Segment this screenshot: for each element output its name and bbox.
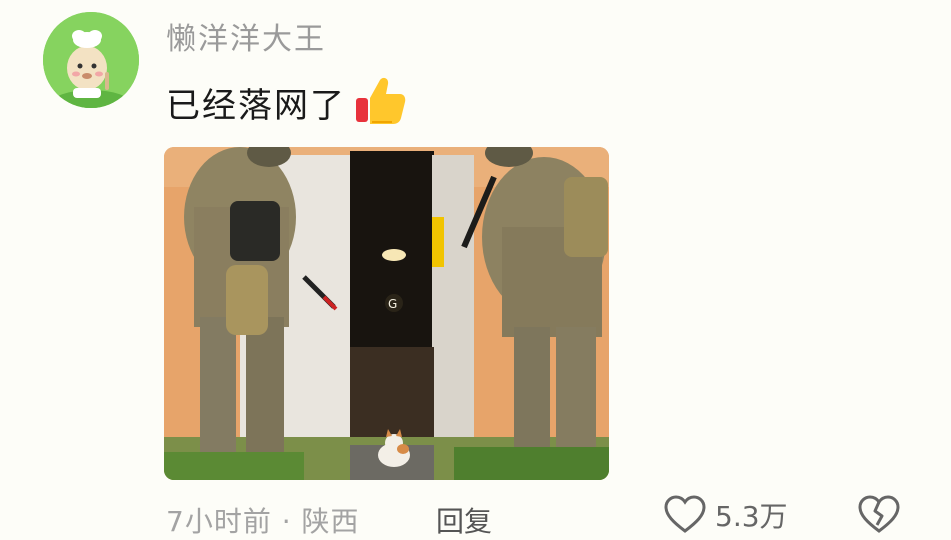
- reply-button[interactable]: 回复: [436, 500, 492, 540]
- heart-outline-icon: [664, 495, 706, 533]
- username[interactable]: 懒洋洋大王: [166, 14, 326, 58]
- comment-text: 已经落网了: [166, 85, 346, 126]
- photo-soldiers-and-kitten: G: [164, 147, 609, 480]
- svg-text:G: G: [388, 297, 397, 311]
- comment-image[interactable]: G: [164, 147, 609, 480]
- thumbs-up-icon: [356, 77, 406, 124]
- avatar-lamb-icon: [43, 12, 139, 108]
- dislike-button[interactable]: [857, 495, 901, 539]
- avatar[interactable]: [43, 12, 139, 108]
- comment-footer: 7小时前 · 陕西 回复 5.3万: [0, 492, 951, 540]
- comment-body: 已经落网了: [166, 74, 408, 130]
- comment-meta: 7小时前 · 陕西: [166, 505, 360, 538]
- broken-heart-icon: [858, 495, 900, 533]
- comment-item: 懒洋洋大王 已经落网了 G 7小时前 · 陕西 回复 5.3万: [0, 0, 951, 540]
- like-count: 5.3万: [715, 500, 788, 533]
- like-button[interactable]: 5.3万: [663, 495, 788, 535]
